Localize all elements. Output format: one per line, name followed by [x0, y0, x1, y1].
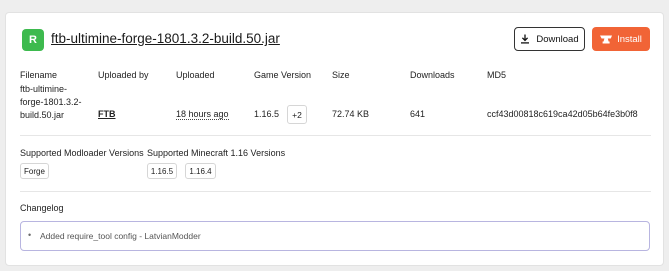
changelog-title: Changelog	[20, 203, 64, 213]
md5-value: ccf43d00818c619ca42d05b64fe3b0f8	[487, 109, 638, 119]
size-value: 72.74 KB	[332, 109, 370, 119]
install-label: Install	[617, 33, 642, 45]
minecraft-version-chip: 1.16.4	[185, 163, 216, 179]
file-title-link[interactable]: ftb-ultimine-forge-1801.3.2-build.50.jar	[51, 31, 280, 46]
download-icon	[521, 34, 530, 44]
download-label: Download	[536, 33, 579, 45]
bullet-icon: •	[28, 230, 32, 240]
modloader-section-title: Supported Modloader Versions	[20, 148, 144, 158]
uploader-link[interactable]: FTB	[98, 109, 116, 119]
game-version-header: Game Version	[254, 70, 312, 80]
changelog-box: • Added require_tool config - LatvianMod…	[20, 221, 650, 251]
modloader-chip: Forge	[20, 163, 49, 179]
minecraft-version-chip: 1.16.5	[147, 163, 177, 179]
downloads-header: Downloads	[410, 70, 455, 80]
minecraft-section-title: Supported Minecraft 1.16 Versions	[147, 148, 286, 158]
curseforge-anvil-icon	[600, 35, 613, 43]
md5-header: MD5	[487, 70, 507, 80]
divider	[20, 191, 651, 192]
file-details-card: R ftb-ultimine-forge-1801.3.2-build.50.j…	[5, 12, 664, 266]
game-version-value: 1.16.5	[254, 109, 280, 119]
release-type-badge: R	[22, 29, 44, 51]
uploaded-header: Uploaded	[176, 70, 215, 80]
downloads-value: 641	[410, 109, 426, 119]
uploaded-time[interactable]: 18 hours ago	[176, 109, 229, 120]
download-button[interactable]: Download	[514, 27, 585, 51]
install-button[interactable]: Install	[592, 27, 650, 51]
release-type-letter: R	[29, 34, 37, 46]
filename-header: Filename	[20, 70, 58, 80]
divider	[20, 135, 651, 136]
uploaded-by-header: Uploaded by	[98, 70, 149, 80]
more-versions-tag[interactable]: +2	[287, 105, 307, 124]
size-header: Size	[332, 70, 350, 80]
changelog-entry: Added require_tool config - LatvianModde…	[40, 231, 201, 241]
filename-value: ftb-ultimine-forge-1801.3.2-build.50.jar	[20, 84, 82, 120]
